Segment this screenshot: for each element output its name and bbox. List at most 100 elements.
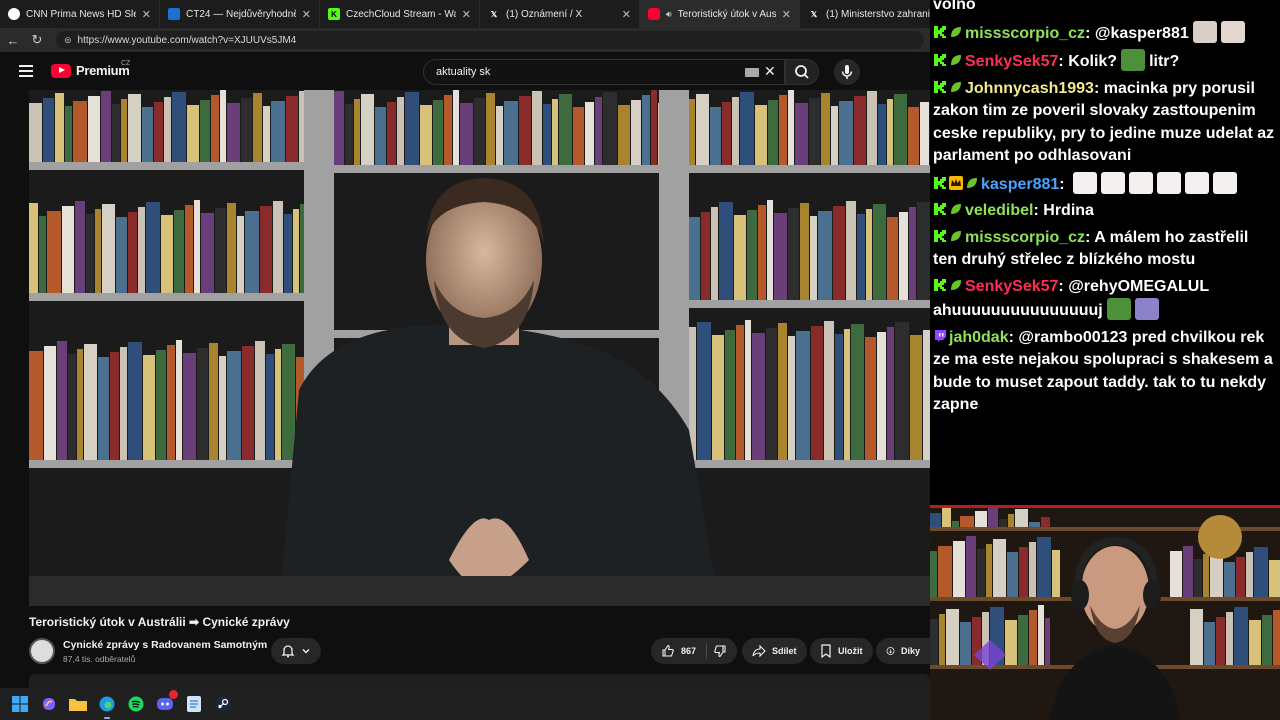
site-info-icon[interactable]: ⊜ <box>64 35 72 46</box>
book <box>44 346 56 460</box>
chat-username[interactable]: SenkySek57 <box>965 278 1058 295</box>
copilot-icon[interactable] <box>39 694 59 714</box>
book <box>284 214 292 293</box>
book <box>215 208 226 293</box>
book <box>73 101 87 162</box>
spotify-icon[interactable] <box>126 694 146 714</box>
thumbs-down-icon[interactable] <box>713 644 727 658</box>
chat-username[interactable]: veledibel <box>965 202 1033 219</box>
book <box>128 342 142 460</box>
book <box>142 107 153 162</box>
book <box>86 214 94 293</box>
thanks-button[interactable]: Díky <box>876 638 930 664</box>
book <box>496 106 503 165</box>
book <box>420 105 432 165</box>
book <box>345 104 353 165</box>
back-arrow-icon[interactable]: ← <box>2 29 24 51</box>
browser-tab[interactable]: ČT24 — Nejdůvěryhodnější zpravo ✕ <box>160 0 320 28</box>
close-icon[interactable]: ✕ <box>142 8 151 21</box>
close-icon[interactable]: ✕ <box>302 8 311 21</box>
book <box>818 211 832 300</box>
edge-icon[interactable] <box>97 694 117 719</box>
book <box>194 200 200 293</box>
chat-username[interactable]: missscorpio_cz <box>965 229 1085 246</box>
channel-name[interactable]: Cynické zprávy s Radovanem Samotným <box>63 639 267 651</box>
book <box>161 215 173 293</box>
book <box>43 98 54 162</box>
browser-tab-strip: CNN Prima News HD Sledujte na S ✕ ČT24 —… <box>0 0 930 28</box>
paper-emote-icon <box>1073 171 1098 194</box>
browser-tab-active[interactable]: 🔊︎ Teroristický útok v Austrálii ➡ ✕ <box>640 0 800 28</box>
leaf-badge-icon <box>951 279 961 290</box>
steam-icon[interactable] <box>213 694 233 714</box>
book <box>1008 514 1014 527</box>
book <box>835 334 843 460</box>
book <box>227 203 236 293</box>
book <box>219 356 226 460</box>
tab-title: (1) Ministerstvo zahraničních v <box>826 8 930 20</box>
like-button[interactable]: 867 <box>651 638 737 664</box>
voice-search-button[interactable] <box>834 59 860 85</box>
book <box>988 506 998 527</box>
book <box>156 350 166 460</box>
book <box>29 351 43 460</box>
discord-icon[interactable] <box>155 690 178 714</box>
browser-tab[interactable]: 𝕏 (1) Ministerstvo zahraničních v <box>800 0 930 28</box>
book <box>752 333 765 460</box>
windows-start-icon[interactable] <box>10 694 30 714</box>
book <box>187 105 199 162</box>
notification-button[interactable] <box>271 638 321 664</box>
book <box>788 208 799 300</box>
book <box>725 330 735 460</box>
book <box>1015 509 1028 527</box>
browser-tab[interactable]: K CzechCloud Stream - Watch Live o ✕ <box>320 0 480 28</box>
x-logo-icon: 𝕏 <box>810 9 818 19</box>
browser-tab[interactable]: CNN Prima News HD Sledujte na S ✕ <box>0 0 160 28</box>
search-button[interactable] <box>785 59 819 85</box>
search-input[interactable]: aktuality sk <box>423 59 785 85</box>
chat-username[interactable]: Johnnycash1993 <box>965 80 1094 97</box>
reload-icon[interactable]: ↻ <box>26 29 48 51</box>
book <box>1170 551 1182 597</box>
book <box>909 207 916 300</box>
video-player[interactable] <box>29 90 930 606</box>
book <box>543 104 551 165</box>
book <box>917 202 930 300</box>
book <box>658 103 659 165</box>
chat-username[interactable]: kasper881 <box>981 176 1059 193</box>
notepad-icon[interactable] <box>184 694 204 714</box>
youtube-icon <box>648 8 660 20</box>
chat-username[interactable]: SenkySek57 <box>965 53 1058 70</box>
taskbar <box>0 688 930 720</box>
file-explorer-icon[interactable] <box>68 694 88 714</box>
book <box>1029 610 1037 665</box>
book <box>143 355 155 460</box>
browser-tab[interactable]: 𝕏 (1) Oznámení / X ✕ <box>480 0 640 28</box>
close-icon[interactable]: ✕ <box>622 8 631 21</box>
menu-icon[interactable] <box>19 65 33 77</box>
search-icon <box>795 65 809 79</box>
chat-username[interactable]: missscorpio_cz <box>965 25 1085 42</box>
book <box>559 94 572 165</box>
book <box>55 93 64 162</box>
share-button[interactable]: Sdílet <box>742 638 807 664</box>
book <box>696 94 709 165</box>
video-title: Teroristický útok v Austrálii ➡ Cynické … <box>29 615 290 629</box>
speaker-icon[interactable]: 🔊︎ <box>666 9 672 20</box>
url-field[interactable]: ⊜ https://www.youtube.com/watch?v=XJUUVs… <box>56 31 924 49</box>
youtube-logo[interactable]: Premium CZ <box>51 60 130 78</box>
channel-avatar[interactable] <box>29 638 55 664</box>
book <box>854 96 866 165</box>
book <box>121 99 127 162</box>
close-icon[interactable]: ✕ <box>782 8 791 21</box>
keyboard-icon[interactable] <box>745 68 759 77</box>
url-text: https://www.youtube.com/watch?v=XJUUVs5J… <box>77 34 297 46</box>
chat-username[interactable]: jah0dak <box>949 329 1009 346</box>
description-box[interactable] <box>29 674 930 688</box>
close-icon[interactable]: ✕ <box>462 8 471 21</box>
save-button[interactable]: Uložit <box>810 638 873 664</box>
clear-search-icon[interactable]: ✕ <box>764 63 776 80</box>
leaf-badge-icon <box>951 204 961 214</box>
leaf-badge-icon <box>951 81 961 92</box>
book <box>788 336 795 460</box>
